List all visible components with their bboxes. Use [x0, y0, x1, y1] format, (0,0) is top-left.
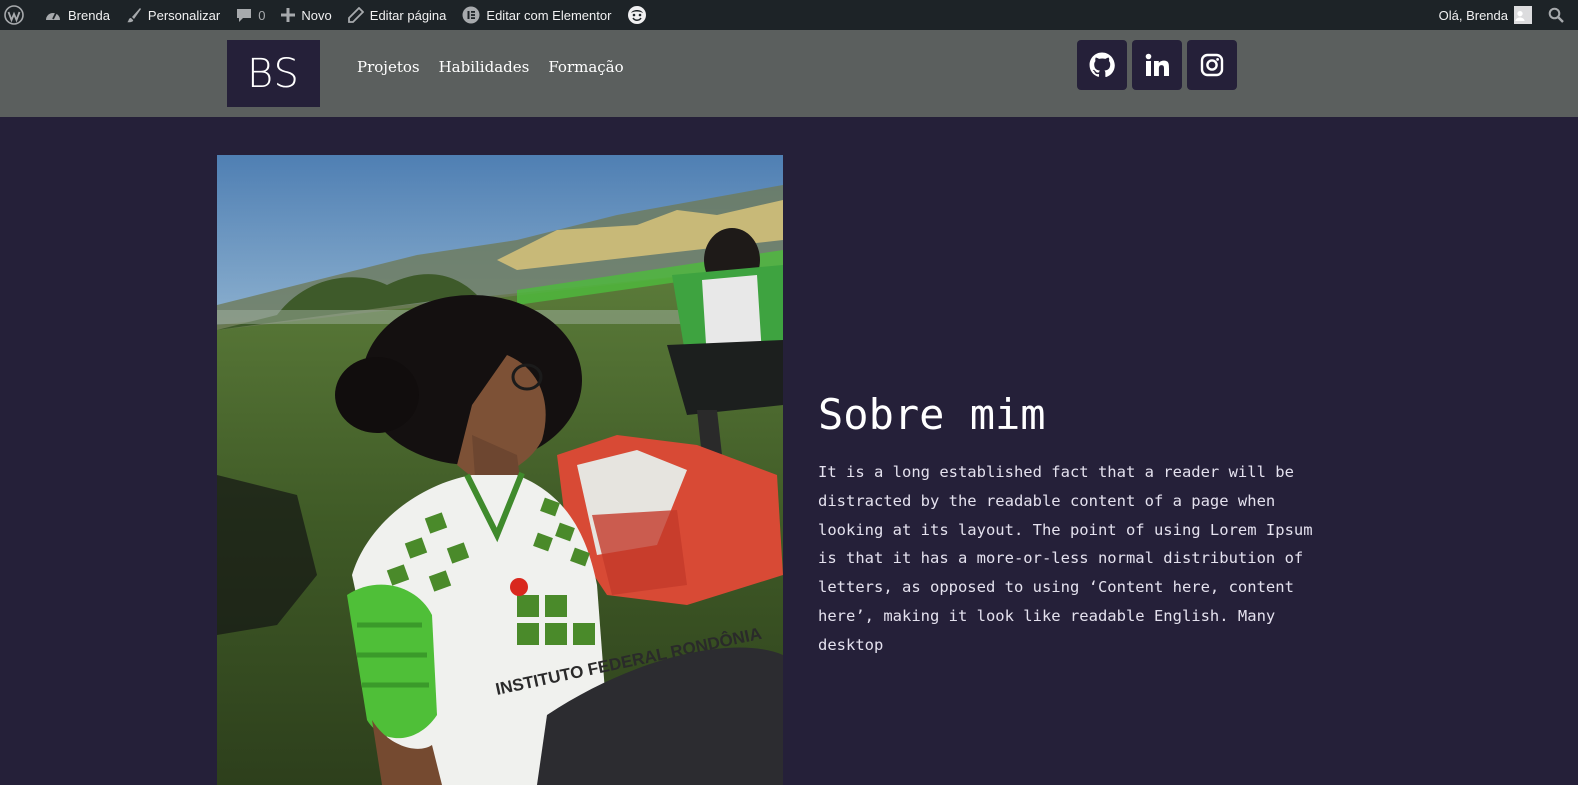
edit-page-label: Editar página: [369, 7, 447, 23]
main-navigation: Projetos Habilidades Formação: [357, 56, 624, 78]
edit-elementor-button[interactable]: Editar com Elementor: [454, 0, 619, 30]
linkedin-button[interactable]: [1132, 40, 1182, 90]
user-avatar-icon: [1515, 11, 1525, 21]
plugin-face-icon: [628, 6, 647, 24]
plus-icon: [281, 8, 296, 22]
nav-link-formacao[interactable]: Formação: [548, 56, 623, 78]
plugin-menu-button[interactable]: [619, 0, 661, 30]
edit-elementor-label: Editar com Elementor: [486, 7, 612, 23]
site-name-menu[interactable]: Brenda: [36, 0, 118, 30]
wordpress-icon: [4, 5, 24, 25]
elementor-icon: [462, 6, 480, 24]
admin-search-button[interactable]: [1540, 0, 1578, 30]
github-icon: [1089, 52, 1115, 78]
pencil-icon: [347, 7, 364, 23]
profile-photo: INSTITUTO FEDERAL RONDÔNIA: [217, 155, 783, 785]
instagram-button[interactable]: [1187, 40, 1237, 90]
linkedin-icon: [1145, 53, 1169, 76]
my-account-menu[interactable]: Olá, Brenda: [1431, 0, 1540, 30]
dashboard-icon: [46, 12, 60, 20]
site-name-label: Brenda: [68, 7, 110, 23]
site-header: BS Projetos Habilidades Formação: [0, 30, 1578, 117]
about-text: It is a long established fact that a rea…: [818, 463, 1313, 654]
paintbrush-icon: [126, 8, 141, 23]
search-icon: [1548, 7, 1564, 23]
comments-count: 0: [258, 7, 266, 23]
wordpress-logo-button[interactable]: [0, 0, 36, 30]
comments-button[interactable]: 0: [228, 0, 273, 30]
avatar: [1514, 6, 1532, 24]
profile-photo-illustration: INSTITUTO FEDERAL RONDÔNIA: [217, 155, 783, 785]
social-links: [1077, 40, 1237, 90]
site-logo[interactable]: BS: [227, 40, 320, 107]
nav-link-projetos[interactable]: Projetos: [357, 56, 420, 78]
customize-label: Personalizar: [147, 7, 221, 23]
comment-icon: [237, 9, 252, 22]
new-label: Novo: [301, 7, 332, 23]
admin-bar-right: Olá, Brenda: [1431, 0, 1578, 30]
edit-page-button[interactable]: Editar página: [340, 0, 455, 30]
greeting-label: Olá, Brenda: [1438, 7, 1508, 23]
customize-button[interactable]: Personalizar: [118, 0, 228, 30]
instagram-icon: [1200, 53, 1224, 77]
about-title: Sobre mim: [818, 390, 1046, 439]
wp-admin-bar: Brenda Personalizar 0 Novo Editar página: [0, 0, 1578, 30]
github-button[interactable]: [1077, 40, 1127, 90]
nav-link-habilidades[interactable]: Habilidades: [439, 56, 530, 78]
new-content-button[interactable]: Novo: [273, 0, 339, 30]
logo-text: BS: [247, 50, 300, 97]
